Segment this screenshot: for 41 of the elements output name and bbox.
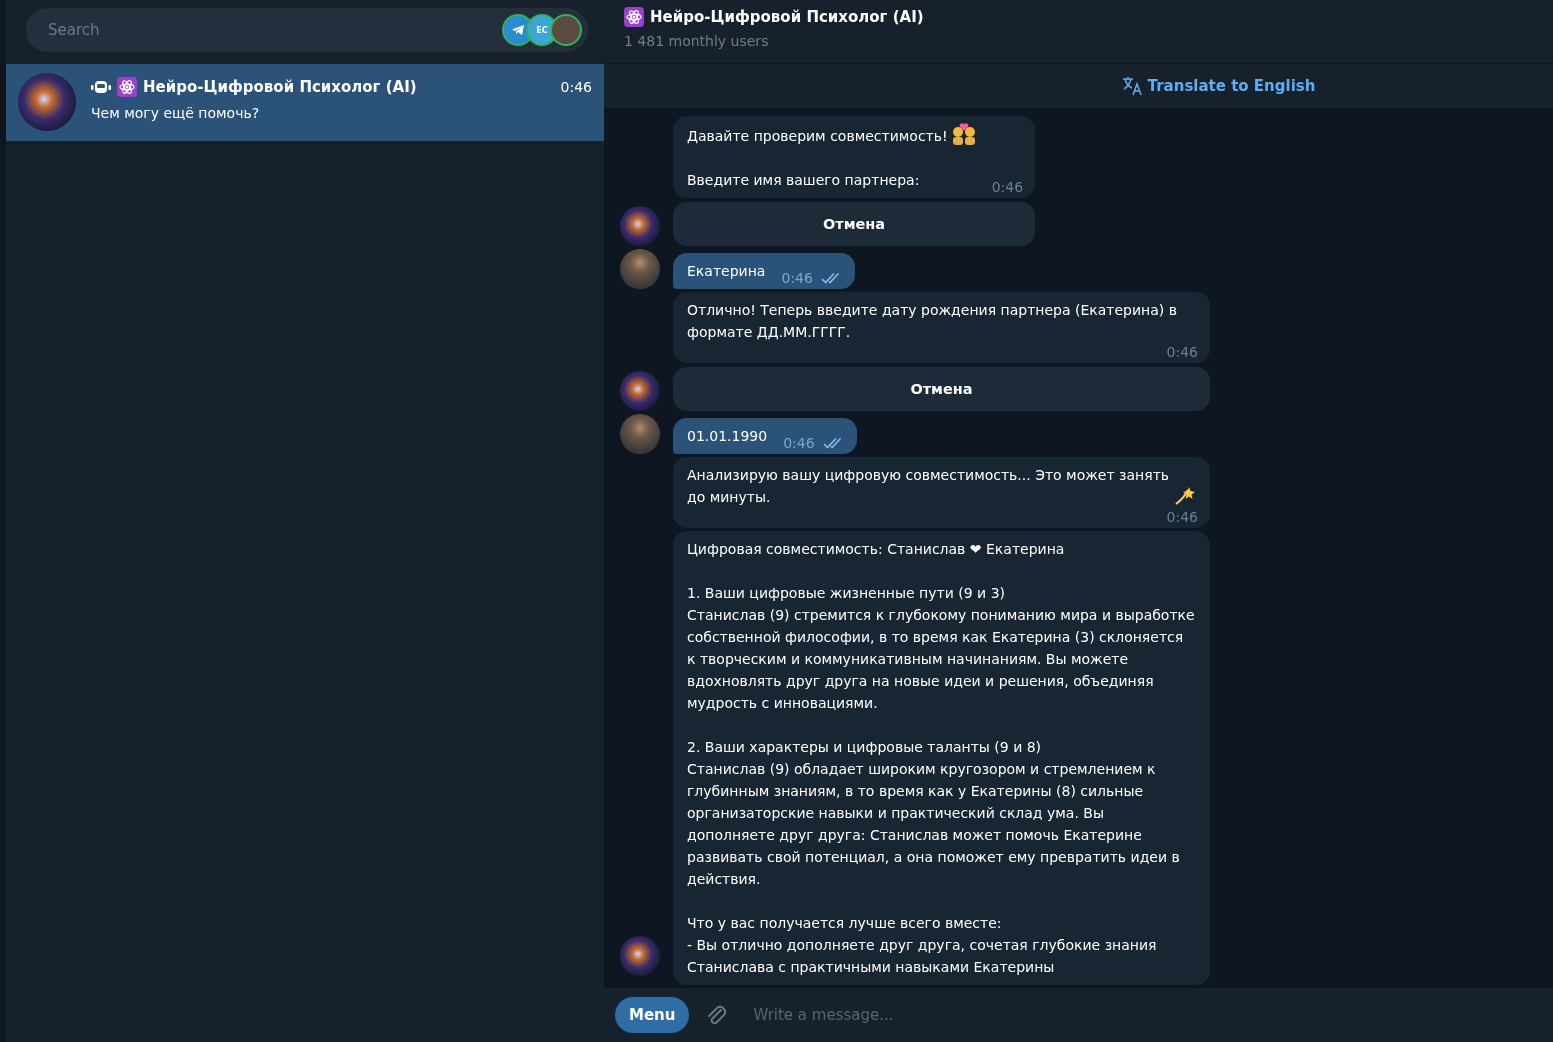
chat-title: Нейро-Цифровой Психолог (AI) [143, 78, 418, 96]
message-text: Давайте проверим совместимость! [687, 127, 948, 146]
translate-icon [1121, 76, 1144, 96]
message-time: 0:46 [1166, 343, 1198, 362]
message-time: 0:46 [991, 178, 1024, 197]
message-text: - Вы отлично дополняете друг друга, сочетая глубокие знания [687, 936, 1157, 955]
cancel-button[interactable]: Отмена [673, 202, 1036, 246]
chat-preview: Чем могу ещё помочь? [91, 105, 261, 121]
user-avatar [620, 249, 660, 289]
cancel-button[interactable]: Отмена [673, 367, 1210, 411]
chat-title: Нейро-Цифровой Психолог (AI) [650, 8, 924, 26]
chat-time: 0:46 [560, 79, 592, 95]
menu-button[interactable]: Menu [615, 997, 690, 1033]
bot-avatar [620, 206, 660, 246]
message-text: Станислав (9) обладает широким кругозором и стремлением к глубинным знаниям, в то время как у Екатерины (8) сильные организаторские навыки и практический склад ума. Вы дополняете друг друга: Станислав может помочь Екатерине развивать свой потенциал, а она поможет ему превратить идеи в действия. [687, 760, 1181, 889]
message-text: Станислава с практичными навыками Екатерины [687, 958, 1055, 977]
atom-icon [117, 77, 137, 97]
message-text: Введите имя вашего партнера: [687, 171, 920, 190]
message-time: 0:46 [781, 269, 813, 288]
message-text: Станислав (9) стремится к глубокому пониманию мира и выработке собственной философии, в то время как Екатерина (3) склоняется к творческим и коммуникативным начинаниям. Вы можете вдохновлять друг друга на новые идеи и решения, объединяя мудрость с инновациями. [687, 606, 1196, 713]
message-time: 0:46 [783, 434, 815, 453]
bot-avatar [620, 936, 660, 976]
message-text: Цифровая совместимость: Станислав ❤ Екатерина [687, 540, 1065, 559]
translate-button[interactable]: Translate to English [1121, 76, 1316, 96]
bot-avatar [620, 371, 660, 411]
message-input[interactable]: Write a message... [751, 1005, 1542, 1025]
dizzy-star-icon [1174, 486, 1196, 506]
story-avatar[interactable] [550, 14, 582, 46]
message-time: 0:46 [1166, 508, 1198, 527]
chat-item[interactable]: Нейро-Цифровой Психолог (AI) 0:46 Чем могу ещё помочь? [6, 64, 604, 141]
message-text: Отлично! Теперь введите дату рождения партнера (Екатерина) в формате ДД.ММ.ГГГГ. [687, 301, 1178, 342]
message-text: Екатерина [687, 262, 766, 281]
message-text: Что у вас получается лучше всего вместе: [687, 914, 1002, 933]
message-text: 2. Ваши характеры и цифровые таланты (9 и 8) [687, 738, 1042, 757]
user-avatar [620, 414, 660, 454]
message-text: 1. Ваши цифровые жизненные пути (9 и 3) [687, 584, 1005, 603]
message-text: Анализирую вашу цифровую совместимость... Это может занять до минуты. [687, 466, 1170, 507]
atom-icon [624, 7, 644, 27]
chat-subtitle: 1 481 monthly users [624, 33, 770, 49]
message-text: 01.01.1990 [687, 427, 768, 446]
couple-icon [951, 123, 976, 145]
